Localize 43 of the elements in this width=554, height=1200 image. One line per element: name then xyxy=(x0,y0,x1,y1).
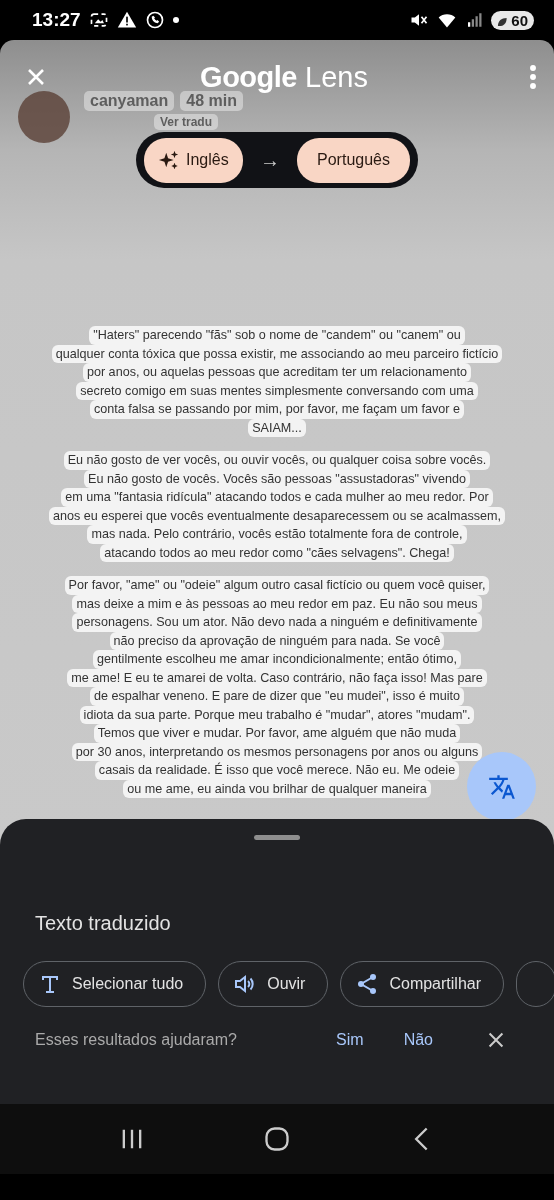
translated-text-line: casais da realidade. É isso que você merece. Não eu. Me odeie xyxy=(94,761,460,780)
translated-text-line: gentilmente escolheu me amar incondicionalmente; então ótimo, xyxy=(93,650,461,669)
no-link[interactable]: Não xyxy=(403,1031,433,1049)
source-language-button[interactable]: Inglês xyxy=(144,137,243,183)
sparkle-icon xyxy=(158,149,180,171)
home-button[interactable] xyxy=(263,1125,291,1153)
clock-time: 13:27 xyxy=(32,9,81,31)
target-language-button[interactable]: Português xyxy=(297,137,410,183)
translated-text-line: "Haters" parecendo "fãs" sob o nome de "candem" ou "canem" ou xyxy=(89,326,465,345)
translate-icon xyxy=(487,772,516,801)
yes-link[interactable]: Sim xyxy=(336,1031,364,1049)
username: canyaman xyxy=(84,91,175,111)
translated-text-line: por anos, ou aquelas pessoas que acreditam ter um relacionamento xyxy=(82,363,472,382)
post-time: 48 min xyxy=(180,91,243,111)
translated-text-line: mas nada. Pelo contrário, vocês estão totalmente fora de controle, xyxy=(87,525,467,544)
screenshot-icon xyxy=(88,10,109,30)
app-title: Google Lens xyxy=(199,60,369,94)
drag-handle[interactable] xyxy=(254,835,300,840)
battery-level: 60 xyxy=(491,10,534,30)
translated-text-line: secreto comigo em suas mentes simplesmente conversando com uma xyxy=(76,381,478,400)
translated-text-line: conta falsa se passando por mim, por favor, me façam um favor e xyxy=(89,400,465,419)
arrow-text: → xyxy=(259,148,280,172)
warning-icon xyxy=(116,10,137,30)
translated-text-line: Temos que viver e mudar. Por favor, ame alguém que não muda xyxy=(93,724,461,743)
menu-button[interactable] xyxy=(530,65,536,89)
signal-icon xyxy=(465,10,484,30)
translated-text-line: idiota da sua parte. Porque meu trabalho é "mudar", atores "mudam". xyxy=(79,705,475,724)
translated-text-line: personagens. Sou um ator. Não devo nada a ninguém e definitivamente xyxy=(72,613,482,632)
translated-text-line: em uma "fantasia ridícula" atacando todos e cada mulher ao meu redor. Por xyxy=(61,488,493,507)
home-icon xyxy=(263,1125,291,1153)
translated-text-line: me ame! E eu te amarei de volta. Caso contrário, não faça isso! Mas pare xyxy=(67,668,487,687)
notification-dot xyxy=(172,17,179,23)
translated-text-line: por 30 anos, interpretando os mesmos personagens por anos ou alguns xyxy=(71,742,483,761)
translated-text-line: Eu não gosto de ver vocês, ou ouvir vocês, ou qualquer coisa sobre vocês. xyxy=(63,451,491,470)
translated-text-line: Por favor, "ame" ou "odeie" algum outro casal fictício ou quem você quiser, xyxy=(64,576,490,595)
avatar-photo xyxy=(18,91,70,143)
translated-text-line: anos eu esperei que vocês eventualmente desaparecessem ou se acalmassem, xyxy=(48,506,505,525)
chat-bubble-icon xyxy=(144,10,165,30)
more-icon xyxy=(530,65,536,89)
sheet-title: Texto traduzido xyxy=(35,912,171,935)
translated-text-line: de espalhar veneno. E pare de dizer que "eu mudei", isso é muito xyxy=(90,687,464,706)
translated-text-line: qualquer conta tóxica que possa existir, me associando ao meu parceiro fictício xyxy=(51,344,503,363)
feedback-question: Esses resultados ajudaram? xyxy=(35,1031,238,1049)
